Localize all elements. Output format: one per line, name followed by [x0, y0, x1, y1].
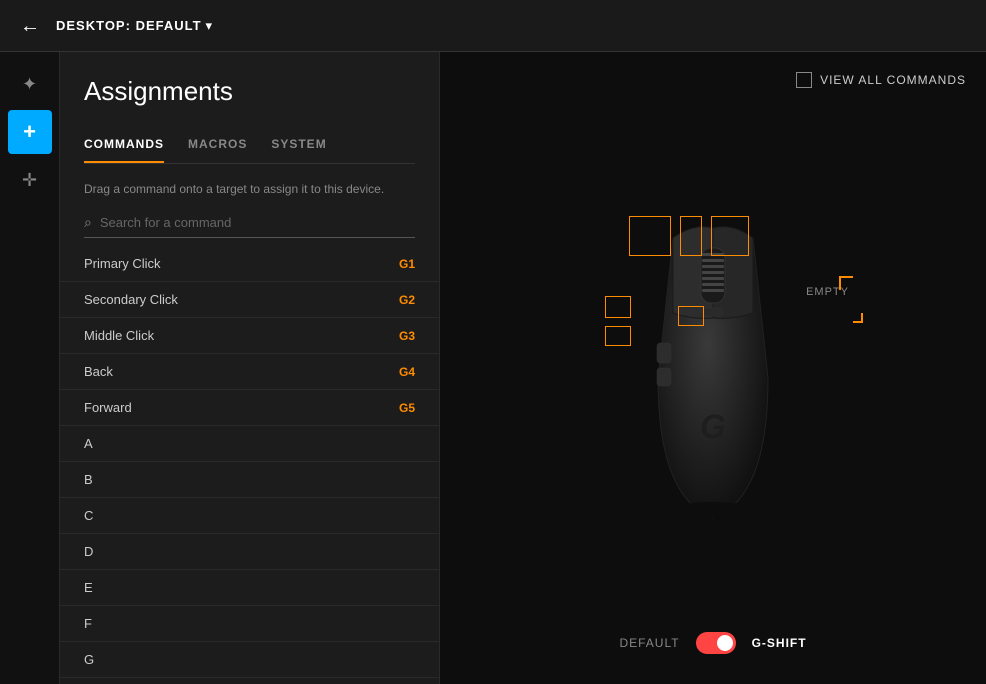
command-item[interactable]: Primary Click G1: [60, 246, 439, 282]
tab-macros[interactable]: MACROS: [188, 127, 247, 163]
sun-icon: ✦: [22, 74, 37, 95]
command-name: E: [84, 580, 93, 595]
command-name: G: [84, 652, 94, 667]
command-item[interactable]: F: [60, 606, 439, 642]
sidebar-item-effects[interactable]: ✦: [8, 62, 52, 106]
sidebar-item-assignments[interactable]: +: [8, 110, 52, 154]
assignments-title: Assignments: [84, 76, 415, 107]
assignments-panel: Assignments COMMANDS MACROS SYSTEM Drag …: [60, 52, 440, 684]
command-item[interactable]: Secondary Click G2: [60, 282, 439, 318]
command-name: C: [84, 508, 93, 523]
search-icon: ⌕: [84, 214, 92, 231]
empty-bracket-br: [853, 313, 863, 323]
command-name: A: [84, 436, 93, 451]
command-key: G5: [399, 401, 415, 415]
command-key: G4: [399, 365, 415, 379]
command-name: Secondary Click: [84, 292, 178, 307]
sidebar-icons: ✦ + ✛: [0, 52, 60, 684]
main-area: ✦ + ✛ Assignments COMMANDS MACROS SYSTEM…: [0, 52, 986, 684]
commands-list: Primary Click G1 Secondary Click G2 Middle C…: [60, 246, 439, 684]
svg-text:G: G: [700, 408, 726, 446]
view-all-checkbox[interactable]: [796, 72, 812, 88]
command-item[interactable]: Back G4: [60, 354, 439, 390]
footer-default-label: DEFAULT: [619, 636, 679, 650]
command-item[interactable]: E: [60, 570, 439, 606]
command-name: Middle Click: [84, 328, 154, 343]
command-key: G3: [399, 329, 415, 343]
search-input[interactable]: [100, 215, 415, 230]
empty-label: EMPTY: [806, 286, 849, 298]
command-name: Primary Click: [84, 256, 161, 271]
command-name: F: [84, 616, 92, 631]
command-item[interactable]: Middle Click G3: [60, 318, 439, 354]
top-bar: ← DESKTOP: Default ▾: [0, 0, 986, 52]
command-name: B: [84, 472, 93, 487]
gshift-toggle[interactable]: [696, 632, 736, 654]
desktop-dropdown[interactable]: ▾: [206, 18, 213, 34]
tab-commands[interactable]: COMMANDS: [84, 127, 164, 163]
drag-hint: Drag a command onto a target to assign i…: [84, 180, 415, 198]
command-item[interactable]: H: [60, 678, 439, 684]
command-item[interactable]: A: [60, 426, 439, 462]
device-area: VIEW ALL COMMANDS: [440, 52, 986, 684]
command-item[interactable]: B: [60, 462, 439, 498]
command-item[interactable]: C: [60, 498, 439, 534]
plus-icon: +: [23, 119, 36, 145]
device-footer: DEFAULT G-SHIFT: [619, 632, 806, 654]
mouse-container: G G EMPTY: [563, 148, 863, 588]
hotspot-dpi[interactable]: [678, 306, 704, 326]
hotspot-side-button-back[interactable]: [605, 296, 631, 318]
view-all-commands-button[interactable]: VIEW ALL COMMANDS: [796, 72, 966, 88]
sidebar-item-move[interactable]: ✛: [8, 158, 52, 202]
desktop-name: Default: [136, 18, 202, 33]
footer-gshift-label: G-SHIFT: [752, 636, 807, 650]
search-bar: ⌕: [84, 214, 415, 238]
command-name: D: [84, 544, 93, 559]
move-icon: ✛: [22, 170, 37, 191]
hotspot-side-button-forward[interactable]: [605, 326, 631, 346]
command-item[interactable]: G: [60, 642, 439, 678]
tabs-bar: COMMANDS MACROS SYSTEM: [84, 127, 415, 164]
command-name: Back: [84, 364, 113, 379]
command-key: G1: [399, 257, 415, 271]
hotspot-right-button[interactable]: [711, 216, 749, 256]
tab-system[interactable]: SYSTEM: [271, 127, 326, 163]
hotspot-scroll-wheel[interactable]: [680, 216, 702, 256]
view-all-label: VIEW ALL COMMANDS: [820, 73, 966, 87]
command-item[interactable]: Forward G5: [60, 390, 439, 426]
hotspot-left-button[interactable]: [629, 216, 671, 256]
command-item[interactable]: D: [60, 534, 439, 570]
command-name: Forward: [84, 400, 132, 415]
back-button[interactable]: ←: [20, 16, 40, 36]
assignments-header: Assignments COMMANDS MACROS SYSTEM: [60, 52, 439, 180]
command-key: G2: [399, 293, 415, 307]
desktop-label: DESKTOP: Default: [56, 18, 202, 33]
desktop-prefix: DESKTOP:: [56, 18, 131, 33]
